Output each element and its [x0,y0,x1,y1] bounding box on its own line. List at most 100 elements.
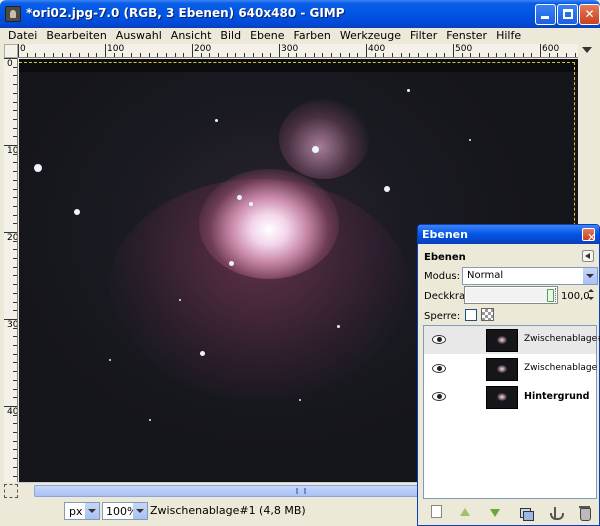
ruler-tick [131,53,132,57]
eye-icon[interactable] [432,392,446,401]
opacity-slider[interactable] [464,286,558,304]
layer-row[interactable]: Zwischenablage [424,355,597,383]
anchor-layer-icon[interactable] [547,505,564,521]
menu-hilfe[interactable]: Hilfe [492,28,526,44]
ruler-tick [96,53,97,57]
raise-layer-icon[interactable] [457,505,473,521]
ruler-tick [13,110,17,111]
ruler-tick [244,53,245,57]
ruler-tick [531,53,532,57]
ruler-tick [44,53,45,57]
ruler-tick [13,180,17,181]
close-icon: ✕ [584,7,595,21]
lower-layer-icon[interactable] [487,505,503,521]
horizontal-ruler[interactable]: 0 100 200 300 400 500 600 [18,44,578,58]
layer-row[interactable]: Hintergrund [424,383,596,411]
ruler-tick [4,58,17,59]
menu-filter[interactable]: Filter [406,28,442,44]
eye-icon[interactable] [432,364,446,373]
lock-label: Sperre: [424,311,461,322]
menu-fenster[interactable]: Fenster [442,28,492,44]
ruler-tick [253,53,254,57]
new-layer-icon[interactable] [431,505,442,518]
ruler-tick [357,53,358,57]
layers-title: Ebenen [422,228,468,241]
chevron-down-icon [133,503,147,519]
scrollbar-grip-icon [296,488,306,494]
layers-close-button[interactable]: ✕ [582,228,597,244]
ruler-tick [349,53,350,57]
ruler-tick [114,53,115,57]
quick-mask-toggle[interactable] [4,44,18,58]
ruler-tick [262,53,263,57]
ruler-tick [375,53,376,57]
ruler-tick [296,53,297,57]
ruler-tick [279,44,280,57]
unit-select[interactable]: px [64,502,100,520]
ruler-tick [514,53,515,57]
layers-titlebar[interactable]: Ebenen ✕ [418,225,599,244]
ruler-tick [13,93,17,94]
ruler-tick [331,53,332,57]
layer-thumbnail [486,358,518,381]
vertical-ruler[interactable]: 0 100 200 300 400 [4,58,18,482]
ruler-tick [157,53,158,57]
delete-layer-icon[interactable] [577,505,593,521]
ruler-tick [13,449,17,450]
menu-bearbeiten[interactable]: Bearbeiten [42,28,111,44]
menu-bild[interactable]: Bild [216,28,246,44]
layers-tab-label: Ebenen [424,252,466,263]
menu-datei[interactable]: Datei [4,28,42,44]
menu-arrow-icon [582,47,592,53]
menu-farben[interactable]: Farben [290,28,336,44]
menu-werkzeuge[interactable]: Werkzeuge [336,28,406,44]
unit-value: px [69,505,83,518]
layer-thumbnail [486,386,518,409]
ruler-tick [322,53,323,57]
ruler-tick [122,53,123,57]
ruler-tick [35,53,36,57]
ruler-tick [13,189,17,190]
menu-ansicht[interactable]: Ansicht [167,28,217,44]
opacity-spin-buttons[interactable] [587,286,596,304]
ruler-tick [270,53,271,57]
tab-menu-button[interactable] [582,250,594,262]
close-icon: ✕ [587,231,597,244]
lock-alpha-icon[interactable] [481,308,494,321]
scrollbar-thumb[interactable] [34,485,434,497]
ruler-tick [13,345,17,346]
layers-dialog: Ebenen ✕ Ebenen Modus: Normal Deckkraft:… [417,224,600,526]
ruler-tick [13,136,17,137]
ruler-label: 0 [20,44,26,54]
navigate-icon[interactable] [4,484,18,498]
ruler-tick [13,171,17,172]
menu-bar: Datei Bearbeiten Auswahl Ansicht Bild Eb… [4,28,596,44]
ruler-tick [13,258,17,259]
ruler-tick [13,162,17,163]
maximize-button[interactable] [557,4,578,25]
menu-ebene[interactable]: Ebene [246,28,289,44]
layer-row[interactable]: Zwischenablage#1 [424,326,600,354]
image-menu-button[interactable] [578,44,596,58]
chevron-down-icon [85,503,99,519]
ruler-tick [314,53,315,57]
window-titlebar[interactable]: *ori02.jpg-7.0 (RGB, 3 Ebenen) 640x480 -… [0,0,600,28]
mode-select[interactable]: Normal [462,267,598,285]
ruler-tick [13,432,17,433]
menu-auswahl[interactable]: Auswahl [112,28,167,44]
ruler-tick [496,53,497,57]
duplicate-layer-icon[interactable] [517,505,534,521]
eye-icon[interactable] [432,335,446,344]
ruler-tick [566,53,567,57]
ruler-tick [13,102,17,103]
opacity-value: 100,0 [561,291,590,302]
ruler-tick [218,53,219,57]
ruler-tick [479,53,480,57]
zoom-select[interactable]: 100% [102,502,148,520]
close-button[interactable]: ✕ [579,4,600,25]
minimize-button[interactable] [535,4,556,25]
ruler-tick [79,53,80,57]
ruler-tick [13,241,17,242]
opacity-handle[interactable] [547,289,554,302]
lock-pixels-checkbox[interactable] [465,309,477,321]
